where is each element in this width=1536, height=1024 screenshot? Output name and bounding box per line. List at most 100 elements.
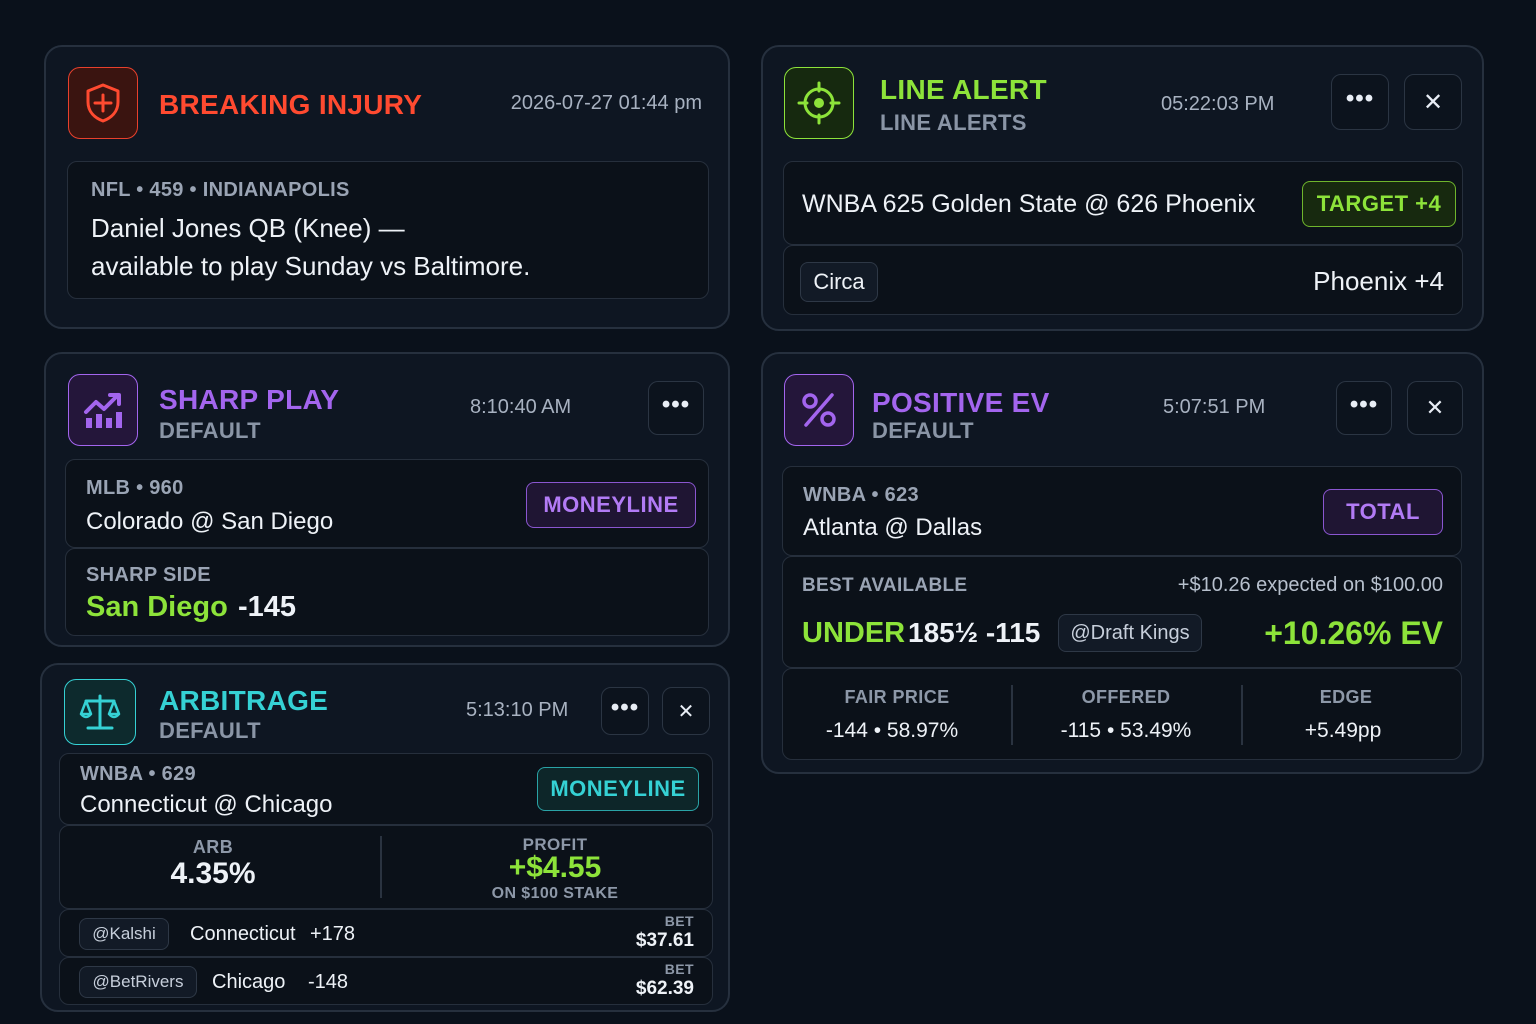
bet-amount: $37.61 bbox=[635, 930, 694, 951]
timestamp: 5:13:10 PM bbox=[466, 699, 569, 721]
best-available-label: BEST AVAILABLE bbox=[802, 575, 968, 596]
percent-icon bbox=[802, 393, 836, 427]
more-options-button[interactable]: ••• bbox=[1336, 381, 1392, 435]
line-alert-line: Phoenix +4 bbox=[1313, 266, 1444, 296]
book-chip: @Kalshi bbox=[79, 918, 169, 950]
card-title: SHARP PLAY bbox=[159, 384, 340, 415]
injury-line-1: Daniel Jones QB (Knee) — bbox=[91, 213, 405, 243]
sharp-side-panel: SHARP SIDE San Diego -145 bbox=[65, 548, 709, 636]
ev-meta: WNBA • 623 bbox=[803, 484, 919, 506]
close-button[interactable]: ✕ bbox=[1404, 74, 1462, 130]
ev-game: Atlanta @ Dallas bbox=[803, 514, 983, 541]
close-button[interactable]: ✕ bbox=[1407, 381, 1463, 435]
sharp-side-team: San Diego bbox=[86, 591, 228, 623]
ev-best-panel: BEST AVAILABLE +$10.26 expected on $100.… bbox=[782, 556, 1462, 668]
card-title: LINE ALERT bbox=[880, 74, 1047, 105]
arb-summary-panel: ARB 4.35% PROFIT +$4.55 ON $100 STAKE bbox=[59, 825, 713, 909]
book-chip: @Draft Kings bbox=[1058, 614, 1202, 652]
arb-label: ARB bbox=[192, 837, 234, 857]
card-subtitle: DEFAULT bbox=[872, 418, 974, 443]
close-icon: ✕ bbox=[1425, 395, 1445, 420]
stat-label: FAIR PRICE bbox=[844, 687, 950, 707]
pick-line: 185½ -115 bbox=[908, 617, 1041, 648]
line-alert-icon-box bbox=[784, 67, 854, 139]
pick-side: UNDER bbox=[802, 617, 906, 649]
book-chip: Circa bbox=[800, 262, 878, 302]
sharp-play-card: SHARP PLAY DEFAULT 8:10:40 AM ••• MLB • … bbox=[44, 352, 730, 647]
more-options-button[interactable]: ••• bbox=[648, 381, 704, 435]
market-badge: MONEYLINE bbox=[537, 767, 699, 811]
shield-plus-icon bbox=[86, 83, 120, 123]
leg-odds: -148 bbox=[308, 971, 349, 993]
arb-leg-row: @Kalshi Connecticut +178 BET $37.61 bbox=[59, 909, 713, 957]
ev-icon-box bbox=[784, 374, 854, 446]
market-badge: TOTAL bbox=[1323, 489, 1443, 535]
sharp-game-panel: MLB • 960 Colorado @ San Diego MONEYLINE bbox=[65, 459, 709, 548]
ev-game-panel: WNBA • 623 Atlanta @ Dallas TOTAL bbox=[782, 466, 1462, 556]
profit-note: ON $100 STAKE bbox=[491, 885, 619, 902]
stat-value: -115 • 53.49% bbox=[1060, 719, 1192, 742]
timestamp: 8:10:40 AM bbox=[470, 396, 572, 418]
line-alert-game-panel: WNBA 625 Golden State @ 626 Phoenix TARG… bbox=[783, 161, 1463, 245]
arbitrage-card: ARBITRAGE DEFAULT 5:13:10 PM ••• ✕ WNBA … bbox=[40, 663, 730, 1012]
injury-meta: NFL • 459 • INDIANAPOLIS bbox=[91, 179, 350, 201]
crosshair-icon bbox=[797, 81, 841, 125]
profit-value: +$4.55 bbox=[508, 851, 602, 884]
target-badge: TARGET +4 bbox=[1302, 181, 1456, 227]
scales-icon bbox=[79, 694, 121, 730]
stat-label: OFFERED bbox=[1081, 687, 1171, 707]
expected-value-text: +$10.26 expected on $100.00 bbox=[1177, 574, 1443, 596]
injury-icon-box bbox=[68, 67, 138, 139]
card-subtitle: DEFAULT bbox=[159, 418, 261, 443]
injury-details-panel: NFL • 459 • INDIANAPOLIS Daniel Jones QB… bbox=[67, 161, 709, 299]
leg-odds: +178 bbox=[310, 923, 356, 945]
bet-amount: $62.39 bbox=[635, 978, 694, 999]
sharp-side-odds: -145 bbox=[238, 591, 297, 623]
more-icon: ••• bbox=[1349, 391, 1379, 418]
timestamp: 05:22:03 PM bbox=[1161, 93, 1275, 115]
stat-value: -144 • 58.97% bbox=[825, 719, 959, 742]
stat-label: EDGE bbox=[1319, 687, 1373, 707]
ev-percent: +10.26% EV bbox=[1264, 615, 1443, 651]
card-title: BREAKING INJURY bbox=[159, 89, 423, 120]
close-button[interactable]: ✕ bbox=[662, 687, 710, 735]
injury-line-2: available to play Sunday vs Baltimore. bbox=[91, 251, 531, 281]
arb-value: 4.35% bbox=[170, 857, 256, 890]
sharp-icon-box bbox=[68, 374, 138, 446]
card-subtitle: LINE ALERTS bbox=[880, 110, 1027, 135]
close-icon: ✕ bbox=[677, 700, 695, 723]
sharp-meta: MLB • 960 bbox=[86, 477, 184, 499]
card-title: ARBITRAGE bbox=[159, 685, 329, 716]
more-icon: ••• bbox=[610, 694, 640, 721]
stat-value: +5.49pp bbox=[1304, 719, 1382, 742]
more-icon: ••• bbox=[661, 391, 691, 418]
injury-card: BREAKING INJURY 2026-07-27 01:44 pm NFL … bbox=[44, 45, 730, 329]
positive-ev-card: POSITIVE EV DEFAULT 5:07:51 PM ••• ✕ WNB… bbox=[761, 352, 1484, 774]
arb-game-panel: WNBA • 629 Connecticut @ Chicago MONEYLI… bbox=[59, 753, 713, 825]
card-title: POSITIVE EV bbox=[872, 387, 1050, 418]
close-icon: ✕ bbox=[1422, 88, 1444, 116]
sharp-side-label: SHARP SIDE bbox=[86, 564, 211, 586]
arb-meta: WNBA • 629 bbox=[80, 763, 196, 785]
bet-label: BET bbox=[664, 961, 694, 977]
line-alert-card: LINE ALERT LINE ALERTS 05:22:03 PM ••• ✕… bbox=[761, 45, 1484, 331]
arb-leg-row: @BetRivers Chicago -148 BET $62.39 bbox=[59, 957, 713, 1005]
arb-icon-box bbox=[64, 679, 136, 745]
card-subtitle: DEFAULT bbox=[159, 718, 261, 743]
market-badge: MONEYLINE bbox=[526, 482, 696, 528]
more-options-button[interactable]: ••• bbox=[601, 687, 649, 735]
divider bbox=[380, 836, 382, 898]
timestamp: 5:07:51 PM bbox=[1163, 396, 1266, 418]
leg-team: Chicago bbox=[212, 971, 286, 993]
more-icon: ••• bbox=[1345, 85, 1375, 112]
line-alert-game: WNBA 625 Golden State @ 626 Phoenix bbox=[802, 190, 1256, 218]
book-chip: @BetRivers bbox=[79, 966, 197, 998]
leg-team: Connecticut bbox=[190, 923, 296, 945]
arb-game: Connecticut @ Chicago bbox=[80, 791, 333, 818]
timestamp: 2026-07-27 01:44 pm bbox=[510, 92, 702, 114]
ev-stats-panel: FAIR PRICE -144 • 58.97% OFFERED -115 • … bbox=[782, 668, 1462, 760]
line-alert-book-panel: Circa Phoenix +4 bbox=[783, 245, 1463, 315]
sharp-game: Colorado @ San Diego bbox=[86, 508, 334, 535]
bet-label: BET bbox=[664, 913, 694, 929]
more-options-button[interactable]: ••• bbox=[1331, 74, 1389, 130]
